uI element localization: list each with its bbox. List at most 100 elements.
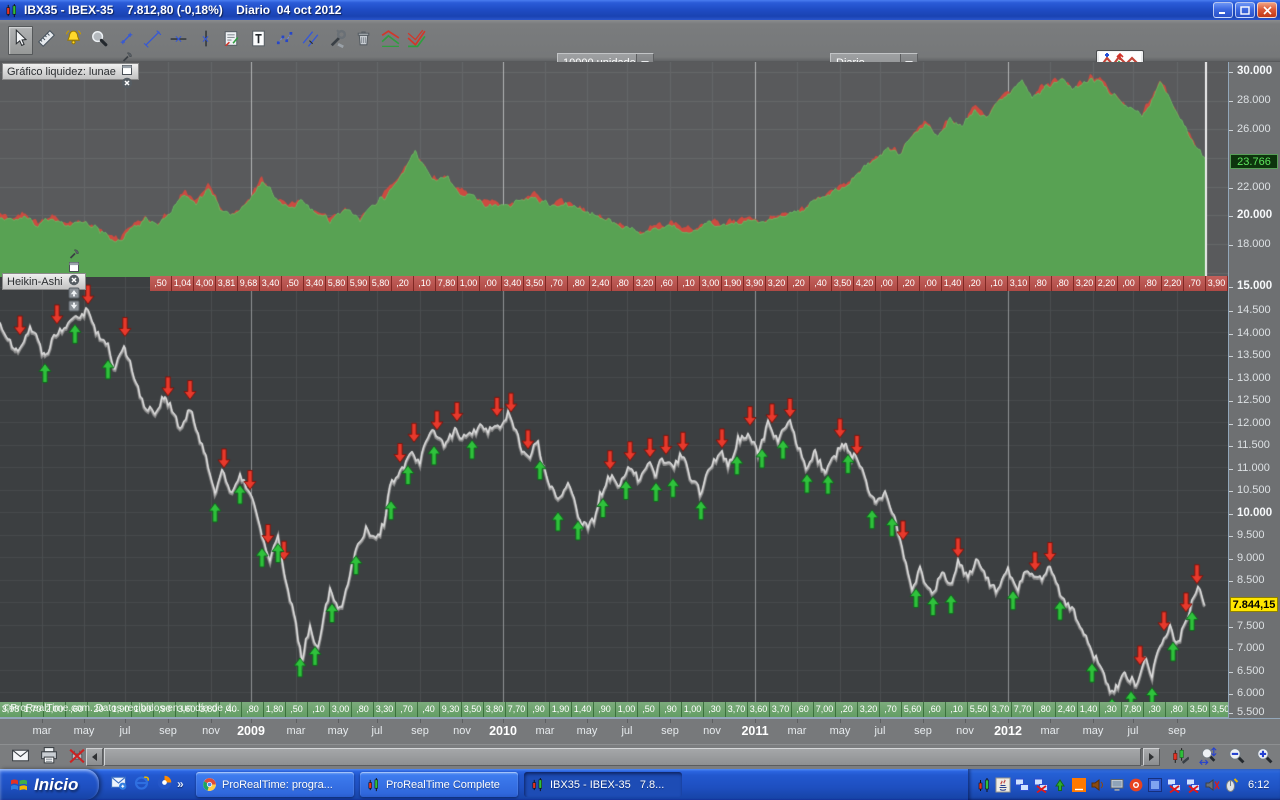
tool-zoom-button[interactable] [87,26,112,55]
tray-candlestick-icon[interactable] [976,777,992,793]
tool-points-button[interactable] [272,26,297,55]
tool-trendline-button[interactable] [140,26,165,55]
task-button-2[interactable]: ProRealTime Complete [360,772,518,797]
tick-mark [1229,713,1233,714]
tool-horizontal-line-button[interactable] [166,26,191,55]
tray-graphics-icon[interactable] [1147,777,1163,793]
points-icon [274,28,295,54]
tool-text-button[interactable] [246,26,271,55]
signal-price-value: ,90 [660,702,682,717]
start-button[interactable]: Inicio [0,769,99,800]
zoom-fit-icon [1198,746,1217,770]
month-label: may [830,725,851,737]
zoom-out-icon [1226,746,1245,770]
month-label: jul [119,725,130,737]
tool-pointer-button[interactable] [8,26,33,55]
tick-mark [1229,649,1233,650]
signal-price-strip-top: ,501,044,003,819,683,40,503,405,805,905,… [150,276,1228,291]
print-button[interactable] [36,747,60,768]
zoom-in-button[interactable] [1251,747,1275,768]
zoom-fit-button[interactable] [1195,747,1219,768]
quick-launch-overflow-chevron[interactable]: » [177,777,184,791]
tray-orange-icon[interactable] [1071,777,1087,793]
horizontal-scrollbar-thumb[interactable] [104,748,1141,766]
tick-mark [1229,245,1233,246]
tick-mark [1229,469,1233,470]
year-label: 2012 [994,724,1022,738]
tray-display-icon[interactable] [1109,777,1125,793]
signal-price-value: ,10 [678,276,700,291]
time-tick-mark [1177,719,1178,723]
signal-price-value: 3,20 [858,702,880,717]
signal-price-value: ,80 [242,702,264,717]
maximize-button[interactable] [1235,2,1255,18]
liquidity-chart-canvas[interactable] [0,62,1228,277]
signal-price-value: 3,70 [770,702,792,717]
tool-trash-button[interactable] [351,26,376,55]
quick-launch-media-player[interactable] [154,775,174,795]
tool-alarm-button[interactable] [61,26,86,55]
heikin-ashi-chart-canvas[interactable] [0,277,1228,718]
tray-lan-error-icon[interactable] [1033,777,1049,793]
task-button-1[interactable]: ProRealTime: progra... [196,772,354,797]
price-tick-label: 13.000 [1237,372,1271,384]
zoom-out-button[interactable] [1223,747,1247,768]
tool-analysis-button[interactable] [219,26,244,55]
tray-updater-icon[interactable] [1052,777,1068,793]
time-tick-mark [797,719,798,723]
start-label: Inicio [34,775,78,795]
chart-settings-icon [1170,746,1189,770]
signal-price-value: 5,80 [370,276,392,291]
tray-lan-error-icon[interactable] [1166,777,1182,793]
close-icon [121,76,133,94]
tray-java-icon[interactable] [995,777,1011,793]
signal-price-value: ,10 [946,702,968,717]
signal-price-value: ,80 [1030,276,1052,291]
fork-up-icon [406,28,427,54]
price-tick-label: 11.000 [1237,462,1270,474]
signal-price-value: ,60 [924,702,946,717]
quick-launch-outlook-express[interactable] [108,775,128,795]
task-button-3[interactable]: IBX35 - IBEX-35 7.8... [524,772,682,797]
tick-mark [1229,130,1233,131]
quick-launch-internet-explorer[interactable] [131,775,151,795]
disconnect-button[interactable] [64,747,88,768]
outlook-express-icon [110,774,127,796]
bottom-pane-arrow-down-button[interactable] [68,301,81,314]
signal-price-value: 7,70 [506,702,528,717]
close-button[interactable] [1257,2,1277,18]
tool-parallel-lines-button[interactable] [298,26,323,55]
time-tick-mark [42,719,43,723]
tray-pointer-icon[interactable] [1223,777,1239,793]
scroll-left-button[interactable] [86,748,103,766]
signal-price-value: ,10 [986,276,1008,291]
tool-fork-down-button[interactable] [378,26,403,55]
scroll-right-button[interactable] [1143,748,1160,766]
signal-price-value: 4,20 [854,276,876,291]
signal-price-value: 1,40 [1078,702,1100,717]
tick-mark [1229,514,1233,515]
tool-settings-button[interactable] [325,26,350,55]
signal-price-value: ,70 [396,702,418,717]
tray-lan-error-icon[interactable] [1185,777,1201,793]
signal-price-value: 3,70 [990,702,1012,717]
top-pane-close-button[interactable] [121,78,134,91]
chart-settings-button[interactable] [1167,747,1191,768]
tool-vertical-line-button[interactable] [193,26,218,55]
tray-audio-icon[interactable] [1204,777,1220,793]
tray-security-icon[interactable] [1128,777,1144,793]
time-tick-mark [755,719,756,723]
month-label: may [577,725,598,737]
tray-lan-icon[interactable] [1014,777,1030,793]
mail-button[interactable] [8,747,32,768]
minimize-button[interactable] [1213,2,1233,18]
tick-mark [1229,672,1233,673]
signal-price-value: 3,20 [766,276,788,291]
tool-fork-up-button[interactable] [404,26,429,55]
tool-ruler-button[interactable] [34,26,59,55]
time-tick-mark [462,719,463,723]
tray-clock[interactable]: 6:12 [1248,779,1269,791]
top-pane-header: Gráfico liquidez: lunae [2,63,139,80]
trendline-icon [142,28,163,54]
tray-volume-icon[interactable] [1090,777,1106,793]
